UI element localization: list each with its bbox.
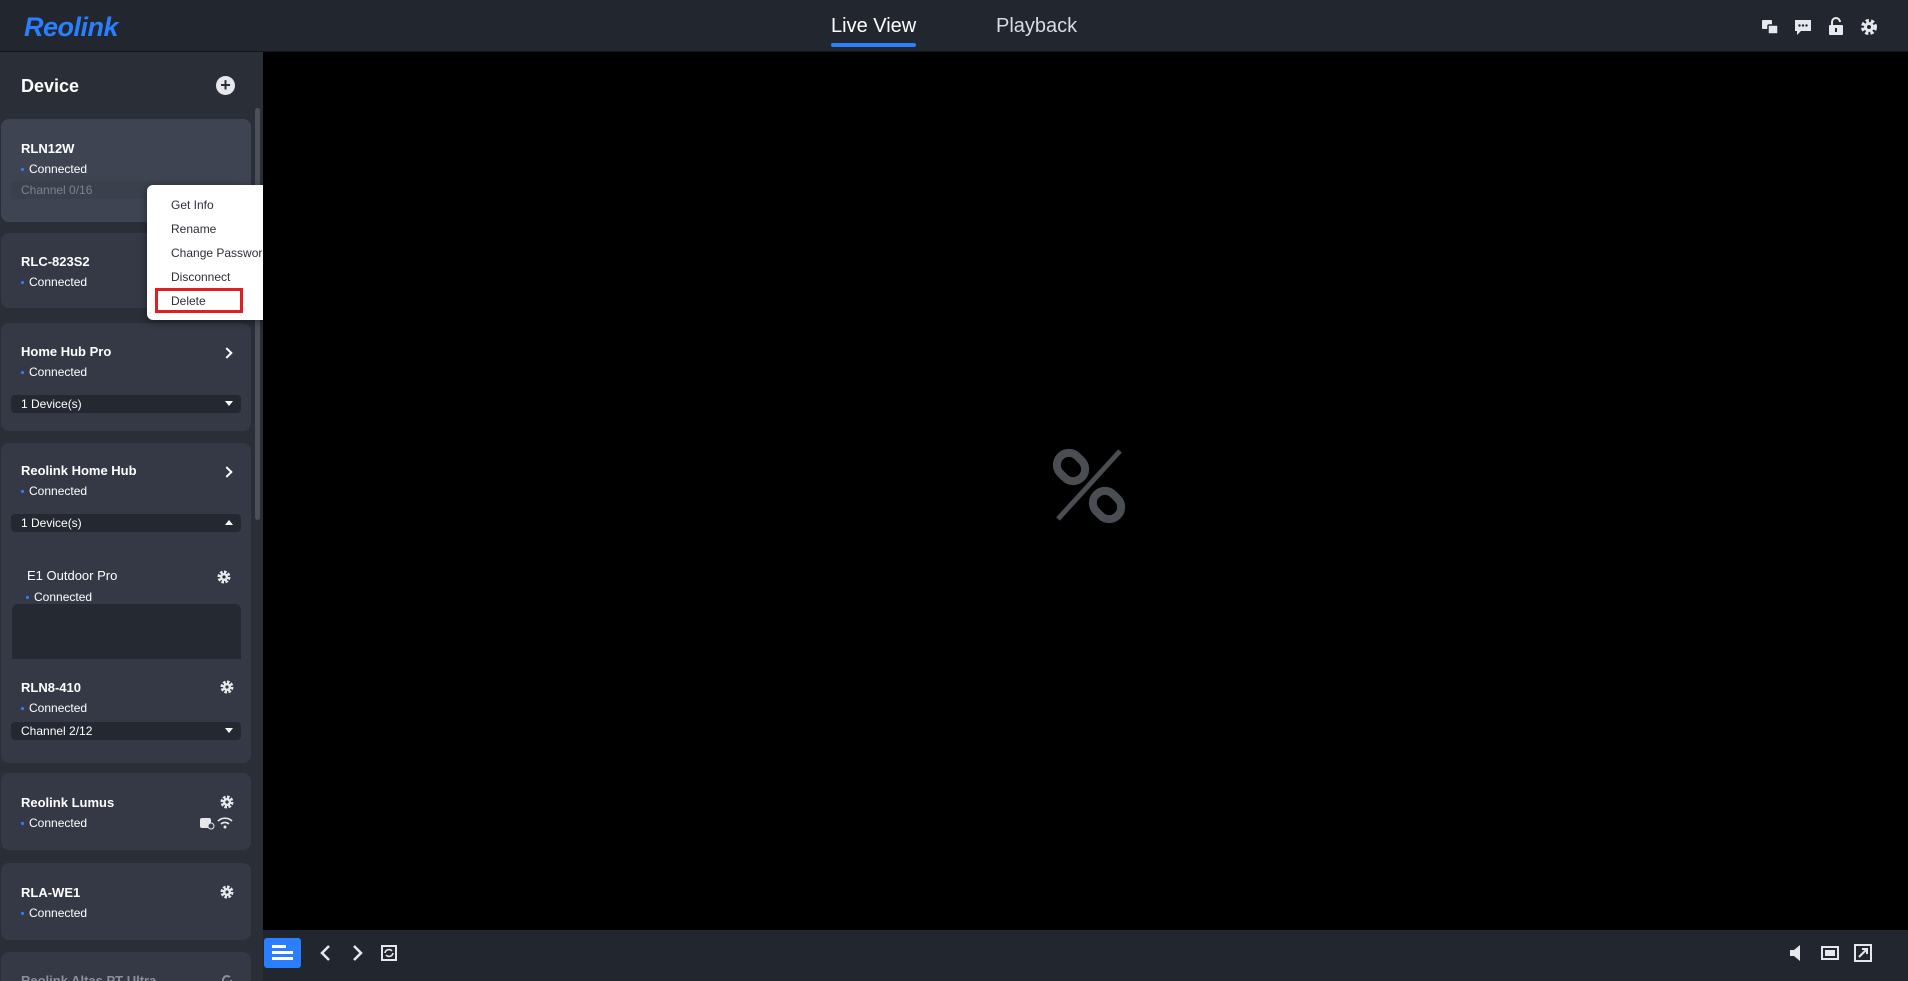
menu-item-disconnect[interactable]: Disconnect — [171, 270, 230, 284]
chevron-right-icon[interactable] — [221, 466, 233, 478]
device-status: Connected — [21, 906, 87, 920]
translate-icon[interactable] — [1759, 16, 1781, 38]
device-status: Connected — [21, 365, 87, 379]
speaker-icon[interactable] — [1786, 942, 1808, 964]
device-name: Home Hub Pro — [21, 344, 112, 359]
caret-down-icon — [225, 728, 233, 733]
gear-icon[interactable] — [217, 570, 231, 584]
live-view-area[interactable] — [263, 52, 1908, 930]
child-device-name: E1 Outdoor Pro — [27, 568, 118, 583]
chevron-left-icon[interactable] — [315, 942, 337, 964]
gear-icon[interactable] — [220, 795, 234, 809]
refresh-icon[interactable] — [378, 942, 400, 964]
device-name: RLN12W — [21, 141, 75, 156]
device-sidebar: Device + RLN12W Connected Channel 0/16 R… — [0, 52, 263, 981]
sd-card-icon — [200, 818, 215, 830]
device-card-reolink-altas-pt-ultra[interactable]: Reolink Altas PT Ultra — [1, 952, 251, 981]
caret-up-icon — [225, 520, 233, 525]
menu-item-change-password[interactable]: Change Password — [171, 246, 263, 260]
caret-down-icon — [225, 401, 233, 406]
child-device-status: Connected — [26, 590, 92, 604]
device-name: Reolink Lumus — [21, 795, 115, 810]
device-name: RLC-823S2 — [21, 254, 90, 269]
menu-item-rename[interactable]: Rename — [171, 222, 216, 236]
device-status: Connected — [21, 484, 87, 498]
reolink-logo: Reolink — [24, 12, 119, 42]
device-list-toggle-button[interactable] — [264, 938, 301, 968]
device-name: Reolink Altas PT Ultra — [21, 973, 157, 981]
add-device-button[interactable]: + — [216, 76, 235, 95]
device-status: Connected — [21, 701, 87, 715]
device-status: Connected — [21, 816, 87, 830]
channel-count: Channel 2/12 — [21, 724, 93, 738]
tab-playback[interactable]: Playback — [996, 15, 1077, 38]
top-bar: Reolink Live View Playback — [0, 0, 1908, 52]
menu-item-get-info[interactable]: Get Info — [171, 198, 214, 212]
chevron-right-icon[interactable] — [346, 942, 368, 964]
wifi-icon — [217, 817, 233, 829]
gear-icon[interactable] — [220, 680, 234, 694]
device-card-reolink-lumus[interactable]: Reolink Lumus Connected — [1, 773, 251, 850]
message-icon[interactable] — [1792, 16, 1814, 38]
fullscreen-icon[interactable] — [1852, 942, 1874, 964]
settings-icon[interactable] — [1858, 16, 1880, 38]
menu-item-delete[interactable]: Delete — [171, 294, 206, 308]
no-link-icon — [1052, 448, 1126, 524]
active-tab-indicator — [831, 43, 916, 47]
device-status: Connected — [21, 162, 87, 176]
channel-bar[interactable]: Channel 2/12 — [11, 722, 241, 740]
device-name: Reolink Home Hub — [21, 463, 137, 478]
sub-device-count: 1 Device(s) — [21, 516, 82, 530]
sub-device-bar[interactable]: 1 Device(s) — [11, 514, 241, 532]
gear-icon[interactable] — [220, 885, 234, 899]
device-name: RLA-WE1 — [21, 885, 81, 900]
sub-device-count: 1 Device(s) — [21, 397, 82, 411]
sidebar-title: Device — [21, 76, 80, 96]
device-card-rla-we1[interactable]: RLA-WE1 Connected — [1, 863, 251, 940]
sub-device-bar[interactable]: 1 Device(s) — [11, 395, 241, 413]
device-status: Connected — [21, 275, 87, 289]
screen-layout-icon[interactable] — [1819, 942, 1841, 964]
tab-live-view[interactable]: Live View — [831, 15, 916, 38]
channel-count: Channel 0/16 — [21, 183, 93, 197]
bottom-toolbar — [263, 930, 1908, 981]
chevron-right-icon[interactable] — [221, 347, 233, 359]
list-icon — [272, 945, 293, 960]
context-menu: Get Info Rename Change Password Disconne… — [147, 185, 263, 320]
device-card-home-hub-pro[interactable]: Home Hub Pro Connected 1 Device(s) — [1, 323, 251, 431]
refresh-icon[interactable] — [220, 973, 234, 981]
device-name: RLN8-410 — [21, 680, 81, 695]
device-card-rln8-410[interactable]: RLN8-410 Connected Channel 2/12 — [1, 659, 251, 763]
lock-icon[interactable] — [1825, 16, 1847, 38]
